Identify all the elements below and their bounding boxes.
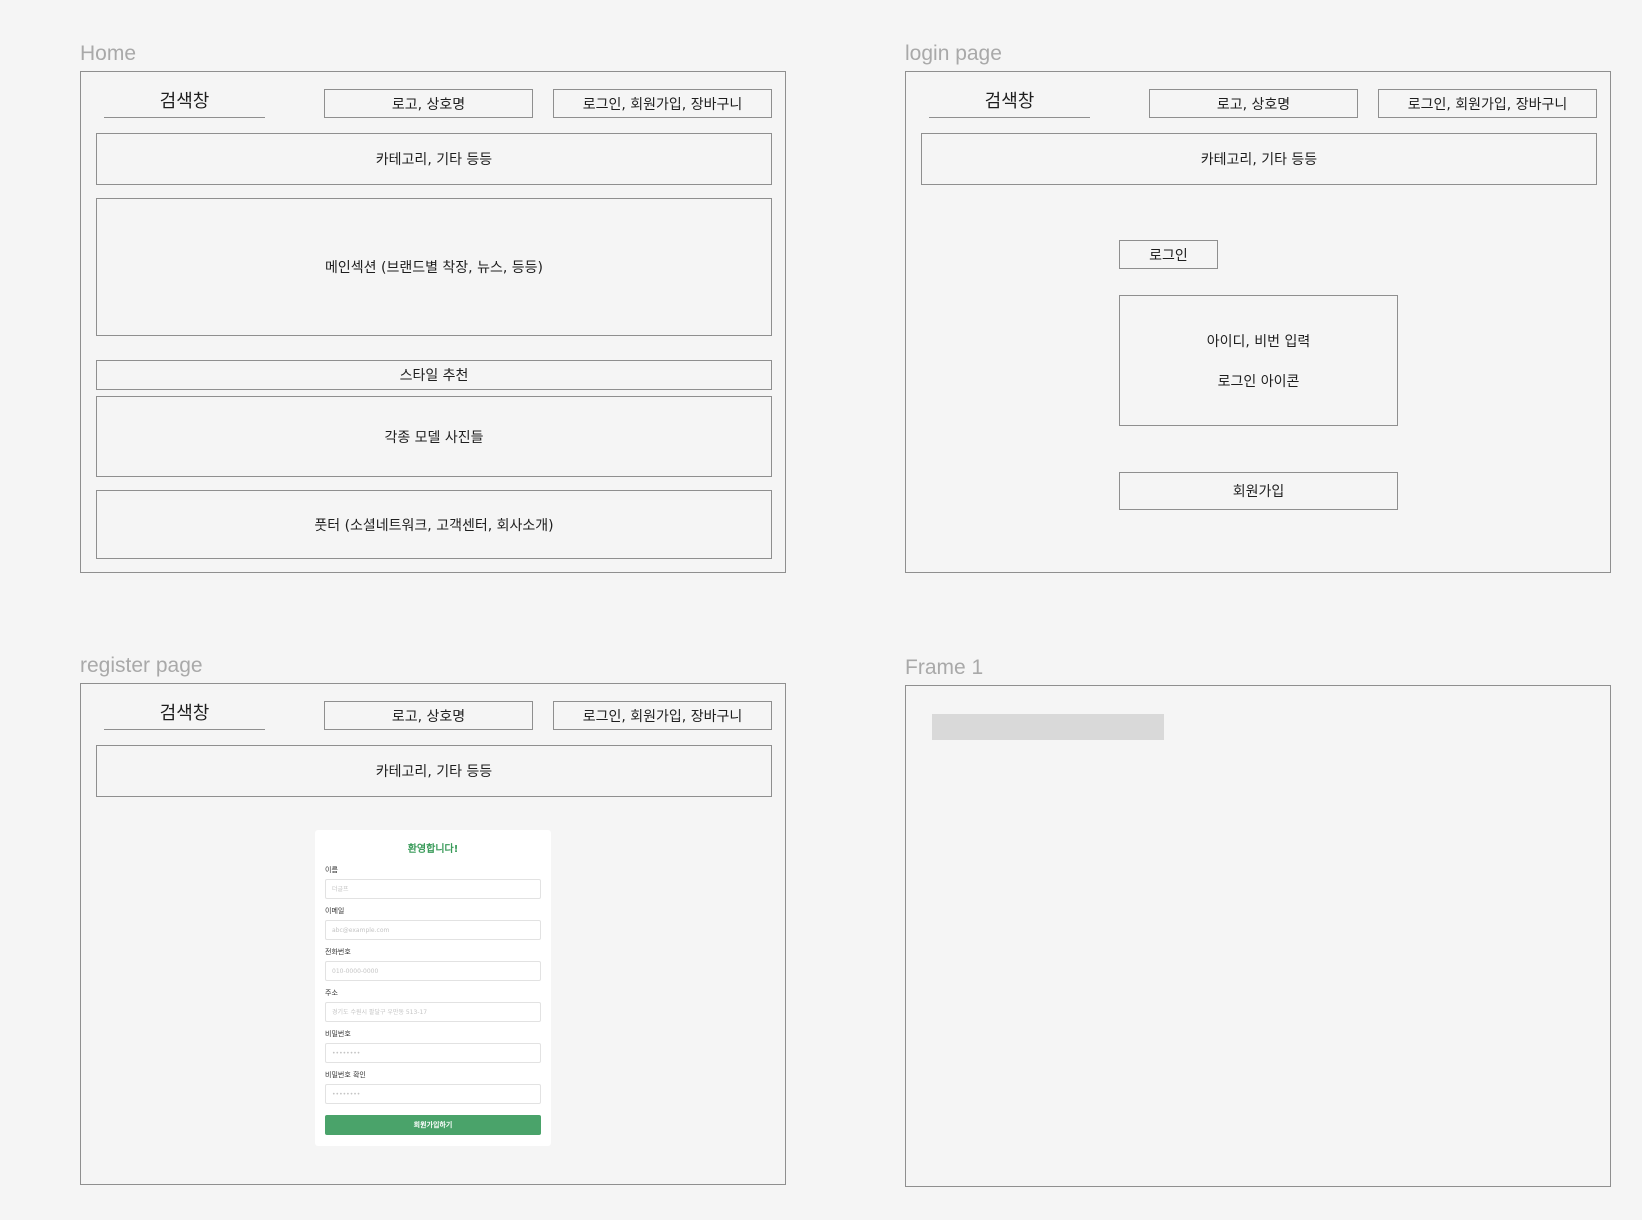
signup-button[interactable]: 회원가입	[1119, 472, 1398, 510]
register-frame-label: register page	[80, 654, 203, 677]
password-input[interactable]	[325, 1043, 541, 1063]
style-recommend-box: 스타일 추천	[96, 360, 772, 390]
home-frame: 검색창 로고, 상호명 로그인, 회원가입, 장바구니 카테고리, 기타 등등 …	[80, 71, 786, 573]
phone-input[interactable]	[325, 961, 541, 981]
login-form-box[interactable]: 아이디, 비번 입력 로그인 아이콘	[1119, 295, 1398, 426]
footer-box: 풋터 (소셜네트워크, 고객센터, 회사소개)	[96, 490, 772, 559]
login-icon-text: 로그인 아이콘	[1217, 373, 1300, 390]
search-box[interactable]: 검색창	[929, 84, 1090, 118]
register-frame: 검색창 로고, 상호명 로그인, 회원가입, 장바구니 카테고리, 기타 등등 …	[80, 683, 786, 1185]
welcome-title: 환영합니다!	[407, 844, 459, 855]
main-section-box: 메인섹션 (브랜드별 착장, 뉴스, 등등)	[96, 198, 772, 336]
category-box[interactable]: 카테고리, 기타 등등	[921, 133, 1597, 185]
address-label: 주소	[325, 989, 338, 997]
password-confirm-label: 비밀번호 확인	[325, 1071, 366, 1079]
auth-links-box[interactable]: 로그인, 회원가입, 장바구니	[553, 89, 772, 118]
password-label: 비밀번호	[325, 1030, 351, 1038]
password-confirm-input[interactable]	[325, 1084, 541, 1104]
credentials-text: 아이디, 비번 입력	[1206, 333, 1311, 350]
phone-label: 전화번호	[325, 948, 351, 956]
name-input[interactable]	[325, 879, 541, 899]
name-label: 이름	[325, 866, 338, 874]
category-box[interactable]: 카테고리, 기타 등등	[96, 133, 772, 185]
logo-box[interactable]: 로고, 상호명	[324, 89, 533, 118]
address-input[interactable]	[325, 1002, 541, 1022]
auth-links-box[interactable]: 로그인, 회원가입, 장바구니	[553, 701, 772, 730]
register-form-card: 환영합니다! 이름 이메일 전화번호 주소 비밀번호 비밀번호 확인 회원가입하…	[315, 830, 551, 1146]
search-box[interactable]: 검색창	[104, 696, 265, 730]
placeholder-bar	[932, 714, 1164, 740]
email-input[interactable]	[325, 920, 541, 940]
logo-box[interactable]: 로고, 상호명	[324, 701, 533, 730]
home-frame-label: Home	[80, 42, 137, 65]
register-submit-button[interactable]: 회원가입하기	[325, 1115, 541, 1135]
search-box[interactable]: 검색창	[104, 84, 265, 118]
frame1-label: Frame 1	[905, 656, 984, 679]
frame1	[905, 685, 1611, 1187]
email-label: 이메일	[325, 907, 345, 915]
login-frame: 검색창 로고, 상호명 로그인, 회원가입, 장바구니 카테고리, 기타 등등 …	[905, 71, 1611, 573]
auth-links-box[interactable]: 로그인, 회원가입, 장바구니	[1378, 89, 1597, 118]
login-title-box: 로그인	[1119, 240, 1218, 269]
model-photos-box: 각종 모델 사진들	[96, 396, 772, 477]
login-frame-label: login page	[905, 42, 1002, 65]
logo-box[interactable]: 로고, 상호명	[1149, 89, 1358, 118]
category-box[interactable]: 카테고리, 기타 등등	[96, 745, 772, 797]
